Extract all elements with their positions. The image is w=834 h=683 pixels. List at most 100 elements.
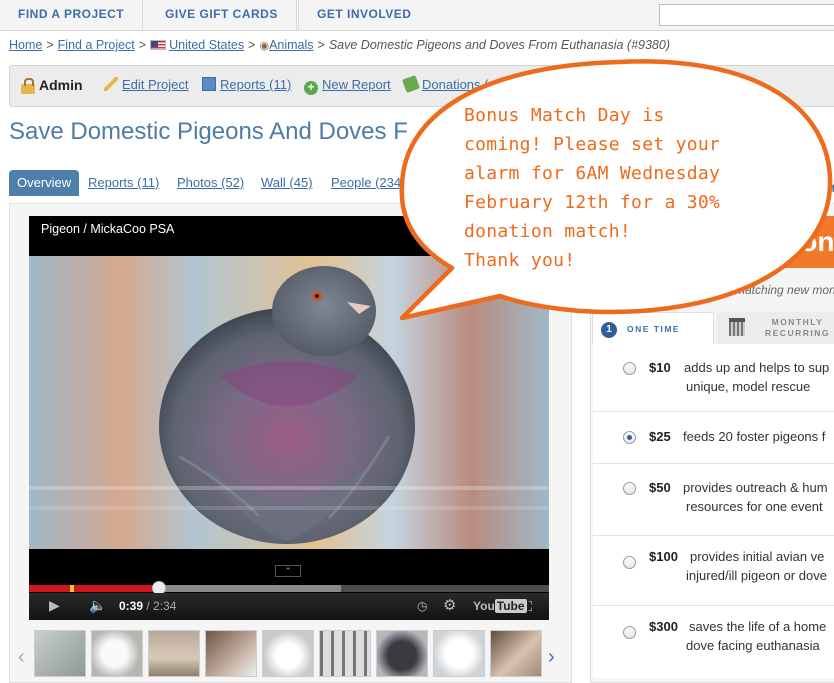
admin-label: Admin: [39, 77, 83, 93]
breadcrumb-find-project[interactable]: Find a Project: [58, 38, 135, 52]
donation-desc: provides initial avian ve: [690, 549, 825, 564]
paw-icon: ◉: [259, 40, 270, 52]
progress-marker: [70, 585, 74, 592]
donation-radio[interactable]: [623, 626, 636, 639]
breadcrumb: Home > Find a Project > United States > ◉Anima…: [9, 38, 670, 52]
tab-photos[interactable]: Photos (52): [177, 170, 244, 196]
donation-amount: $300: [649, 619, 678, 634]
current-time: 0:39: [119, 599, 144, 613]
monthly-label: MONTHLY RECURRING: [765, 317, 830, 338]
photo-thumbnails: ‹ ›: [18, 630, 568, 680]
breadcrumb-home[interactable]: Home: [9, 38, 42, 52]
photo-thumbnail[interactable]: [376, 630, 428, 677]
donation-option[interactable]: $25 feeds 20 foster pigeons f: [593, 412, 834, 464]
donation-option[interactable]: $50 provides outreach & hum resources fo…: [593, 464, 834, 536]
expand-icon[interactable]: ⌃: [275, 565, 301, 577]
donations-link[interactable]: Donations (...: [422, 77, 499, 92]
top-nav: FIND A PROJECT GIVE GIFT CARDS GET INVOL…: [0, 0, 834, 31]
reports-link[interactable]: Reports (11): [220, 77, 291, 92]
donation-amount: $50: [649, 480, 671, 495]
project-title: Save Domestic Pigeons And Doves F: [9, 118, 408, 145]
donation-option[interactable]: $300 saves the life of a home dove facin…: [593, 606, 834, 678]
calendar-icon: [729, 318, 745, 336]
donation-radio[interactable]: [623, 362, 636, 375]
peek-count: 7: [818, 158, 827, 174]
video-title[interactable]: Pigeon / MickaCoo PSA: [41, 222, 174, 236]
tab-one-time[interactable]: 1 ONE TIME: [592, 312, 714, 344]
edit-project-link-group[interactable]: Edit Project: [104, 77, 188, 92]
trophy-icon: ♛: [806, 158, 819, 174]
volume-icon[interactable]: 🔈: [89, 597, 106, 614]
us-flag-icon: [150, 40, 167, 50]
video-controls: ▶ 🔈 0:39 / 2:34 ◷ ⚙ You Tube ⛶: [29, 593, 549, 620]
donation-radio[interactable]: [623, 556, 636, 569]
nav-get-involved[interactable]: GET INVOLVED: [298, 0, 429, 31]
donations-link-group[interactable]: Donations (...: [402, 75, 499, 93]
nav-gift-cards[interactable]: GIVE GIFT CARDS: [147, 0, 297, 31]
peek-label: onati: [812, 183, 834, 195]
tab-monthly-recurring[interactable]: MONTHLY RECURRING: [717, 312, 834, 344]
tab-reports[interactable]: Reports (11): [88, 170, 159, 196]
donation-amount: $10: [649, 360, 671, 375]
duration: 2:34: [153, 599, 177, 613]
new-report-link-group[interactable]: + New Report: [304, 77, 391, 95]
photo-thumbnail[interactable]: [490, 630, 542, 677]
donation-desc-2: unique, model rescue: [686, 379, 811, 394]
donation-option[interactable]: $100 provides initial avian ve injured/i…: [593, 536, 834, 606]
donation-radio[interactable]: [623, 431, 636, 444]
reports-link-group[interactable]: Reports (11): [202, 77, 291, 92]
photo-thumbnail[interactable]: [205, 630, 257, 677]
donation-desc: provides outreach & hum: [683, 480, 828, 495]
chevron-left-icon[interactable]: ‹: [18, 646, 25, 669]
trophy-count: ♛7: [806, 158, 826, 175]
donate-button[interactable]: Donate: [760, 216, 834, 268]
photo-thumbnail[interactable]: [262, 630, 314, 677]
donation-desc-2: injured/ill pigeon or dove: [686, 568, 827, 583]
chevron-right-icon[interactable]: ›: [548, 646, 555, 669]
fullscreen-icon[interactable]: ⛶: [523, 599, 532, 615]
youtube-logo-icon[interactable]: You Tube: [473, 599, 527, 613]
progress-played: [29, 585, 159, 592]
admin-label-group: Admin: [21, 77, 83, 94]
tab-wall[interactable]: Wall (45): [261, 170, 313, 196]
donation-amount: $25: [649, 429, 671, 444]
video-player[interactable]: Pigeon / MickaCoo PSA ⌃ ▶ 🔈 0:39 / 2:34 …: [29, 216, 549, 620]
photo-thumbnail[interactable]: [433, 630, 485, 677]
donation-option[interactable]: $10 adds up and helps to sup unique, mod…: [593, 344, 834, 412]
video-bottom-band: ⌃: [29, 549, 549, 585]
photo-thumbnail[interactable]: [148, 630, 200, 677]
breadcrumb-current: Save Domestic Pigeons and Doves From Eut…: [328, 38, 670, 52]
match-note: matching new month: [735, 283, 834, 297]
video-frame[interactable]: [29, 256, 549, 549]
search-input[interactable]: [659, 4, 834, 26]
new-report-link[interactable]: New Report: [322, 77, 391, 92]
pencil-icon: [104, 77, 118, 91]
video-progress-bar[interactable]: [29, 581, 549, 595]
photo-thumbnail[interactable]: [319, 630, 371, 677]
step-number: 1: [601, 322, 617, 338]
photo-thumbnail[interactable]: [34, 630, 86, 677]
report-icon: [202, 77, 216, 91]
donation-frequency-tabs: 1 ONE TIME MONTHLY RECURRING: [592, 312, 834, 344]
play-icon[interactable]: ▶: [49, 597, 60, 614]
gear-icon[interactable]: ⚙: [443, 596, 456, 614]
watch-later-icon[interactable]: ◷: [417, 599, 427, 613]
admin-bar: Admin Edit Project Reports (11) + New Rep…: [9, 65, 834, 107]
tag-icon: [402, 75, 420, 93]
nav-find-project[interactable]: FIND A PROJECT: [0, 0, 144, 31]
edit-project-link[interactable]: Edit Project: [122, 77, 188, 92]
lock-icon: [21, 78, 35, 94]
donation-desc: feeds 20 foster pigeons f: [683, 429, 826, 444]
plus-icon: +: [304, 81, 318, 95]
water-ripple: [29, 506, 549, 510]
photo-thumbnail[interactable]: [91, 630, 143, 677]
tab-overview[interactable]: Overview: [9, 170, 80, 196]
donation-desc-2: dove facing euthanasia: [686, 638, 820, 653]
donation-desc: adds up and helps to sup: [684, 360, 830, 375]
donation-radio[interactable]: [623, 482, 636, 495]
breadcrumb-category[interactable]: Animals: [269, 38, 313, 52]
tab-people[interactable]: People (234: [331, 170, 401, 196]
donation-amount: $100: [649, 549, 678, 564]
breadcrumb-country[interactable]: United States: [169, 38, 244, 52]
donation-desc: saves the life of a home: [689, 619, 827, 634]
